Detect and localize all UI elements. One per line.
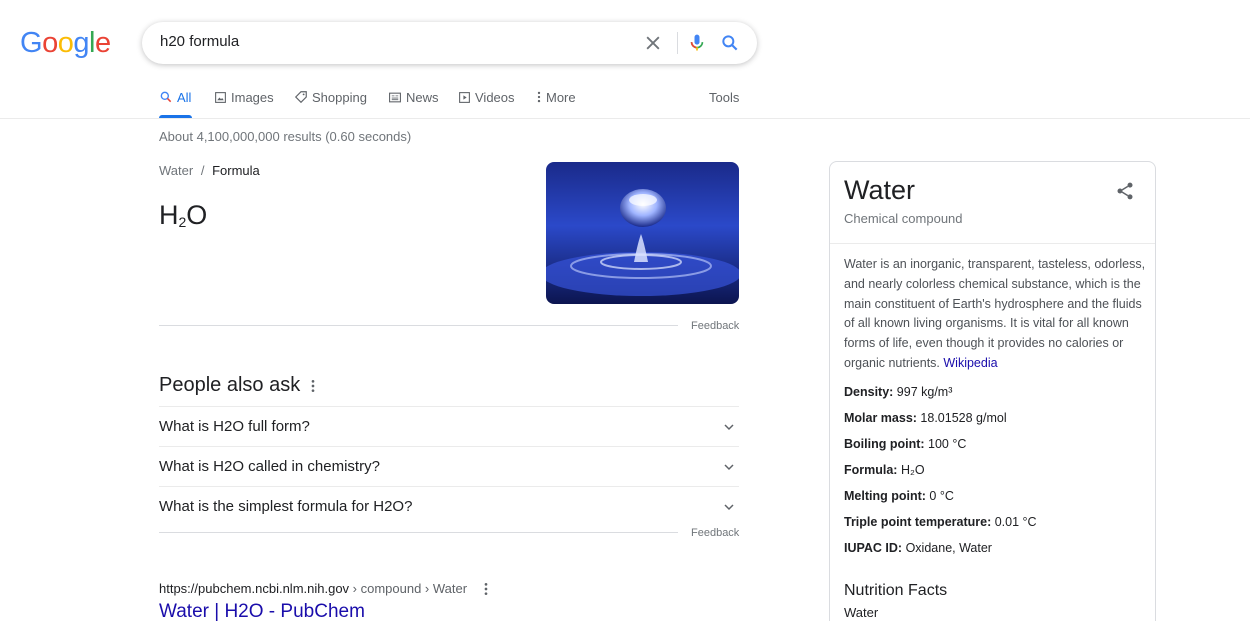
tab-label: Shopping <box>312 89 367 105</box>
tab-shopping[interactable]: Shopping <box>294 87 367 107</box>
kp-description-text: Water is an inorganic, transparent, tast… <box>844 257 1146 370</box>
kp-divider <box>830 243 1155 244</box>
fact-value: Oxidane, Water <box>902 541 992 555</box>
snippet-divider <box>159 325 678 326</box>
kp-fact-iupac-id: IUPAC ID: Oxidane, Water <box>844 541 1146 567</box>
feedback-link[interactable]: Feedback <box>691 527 739 539</box>
tab-label: More <box>546 89 576 105</box>
kp-title: Water <box>844 175 916 205</box>
search-icon[interactable] <box>720 33 740 53</box>
fact-value: 18.01528 g/mol <box>916 411 1007 425</box>
clear-icon[interactable] <box>643 33 663 53</box>
fact-label[interactable]: Boiling point: <box>844 437 925 451</box>
breadcrumb: Water / Formula <box>159 163 260 178</box>
breadcrumb-current: Formula <box>212 163 260 178</box>
google-logo[interactable]: Google <box>20 27 111 59</box>
nutrition-facts-title: Nutrition Facts <box>844 582 948 599</box>
tab-label: News <box>406 89 439 105</box>
water-droplet-picture <box>546 162 739 304</box>
chevron-down-icon <box>724 424 734 431</box>
fact-label[interactable]: Formula: <box>844 463 897 477</box>
breadcrumb-separator: / <box>200 163 205 178</box>
result-url[interactable]: https://pubchem.ncbi.nlm.nih.gov › compo… <box>159 581 467 596</box>
feedback-link[interactable]: Feedback <box>691 320 739 332</box>
play-icon <box>459 91 470 103</box>
kp-fact-boiling-point: Boiling point: 100 °C <box>844 437 1146 463</box>
result-url-host: https://pubchem.ncbi.nlm.nih.gov <box>159 581 350 596</box>
kp-fact-melting-point: Melting point: 0 °C <box>844 489 1146 515</box>
water-droplet-image[interactable] <box>546 162 739 304</box>
logo-letter: e <box>94 27 111 59</box>
paa-question-text: What is H2O called in chemistry? <box>159 458 380 475</box>
result-title-link[interactable]: Water | H2O - PubChem <box>159 601 365 621</box>
result-stats: About 4,100,000,000 results (0.60 second… <box>159 129 412 144</box>
fact-value: 100 °C <box>924 437 967 451</box>
fact-label[interactable]: Triple point temperature: <box>844 515 991 529</box>
answer-formula: H2O <box>159 200 207 231</box>
tab-videos[interactable]: Videos <box>458 87 515 107</box>
paa-question[interactable]: What is H2O called in chemistry? <box>159 446 739 486</box>
logo-letter: g <box>73 27 89 59</box>
logo-letter: o <box>42 27 58 59</box>
tab-news[interactable]: News <box>388 87 439 107</box>
fact-value: 997 kg/m³ <box>893 385 953 399</box>
search-icon <box>160 91 172 103</box>
tab-all[interactable]: All <box>159 87 191 107</box>
wikipedia-link[interactable]: Wikipedia <box>943 356 997 370</box>
tab-label: Images <box>231 89 274 105</box>
paa-question-text: What is H2O full form? <box>159 418 310 435</box>
paa-question[interactable]: What is the simplest formula for H2O? <box>159 486 739 526</box>
kp-fact-density: Density: 997 kg/m³ <box>844 385 1146 411</box>
search-divider <box>677 32 678 54</box>
logo-letter: o <box>57 27 74 59</box>
search-box <box>142 22 757 64</box>
kp-subtitle: Chemical compound <box>844 211 963 226</box>
more-options-icon[interactable] <box>308 378 318 394</box>
logo-letter: G <box>20 27 43 59</box>
fact-value: 0.01 °C <box>991 515 1037 529</box>
kp-fact-formula: Formula: H₂O <box>844 463 1146 489</box>
result-url-path: › compound › Water <box>349 581 468 596</box>
fact-label[interactable]: IUPAC ID: <box>844 541 902 555</box>
people-also-ask-title: People also ask <box>159 374 301 396</box>
paa-question-text: What is the simplest formula for H2O? <box>159 498 413 515</box>
kp-description: Water is an inorganic, transparent, tast… <box>844 255 1146 374</box>
search-input[interactable] <box>160 33 630 50</box>
answer-main: H <box>159 200 179 230</box>
fact-label[interactable]: Molar mass: <box>844 411 917 425</box>
tab-label: Videos <box>475 89 515 105</box>
more-options-icon[interactable] <box>481 581 491 597</box>
chevron-down-icon <box>724 504 734 511</box>
paa-question[interactable]: What is H2O full form? <box>159 406 739 446</box>
fact-label[interactable]: Density: <box>844 385 893 399</box>
tag-icon <box>294 91 307 104</box>
share-icon[interactable] <box>1115 181 1135 201</box>
answer-subscript: 2 <box>178 214 187 230</box>
fact-label[interactable]: Melting point: <box>844 489 926 503</box>
paa-divider <box>159 532 678 533</box>
tab-images[interactable]: Images <box>214 87 274 107</box>
header-divider <box>0 118 1250 119</box>
fact-value: H₂O <box>897 463 925 477</box>
newspaper-icon <box>389 92 401 102</box>
fact-value: 0 °C <box>925 489 954 503</box>
microphone-icon[interactable] <box>687 32 707 54</box>
tools-button[interactable]: Tools <box>709 87 739 107</box>
tab-label: All <box>177 89 192 105</box>
answer-tail: O <box>186 200 208 230</box>
kp-fact-molar-mass: Molar mass: 18.01528 g/mol <box>844 411 1146 437</box>
breadcrumb-parent[interactable]: Water <box>159 163 193 178</box>
chevron-down-icon <box>724 464 734 471</box>
vertical-dots-icon <box>537 91 541 103</box>
kp-fact-triple-point: Triple point temperature: 0.01 °C <box>844 515 1146 541</box>
search-tabs: All Images Shopping News Videos More <box>159 87 719 119</box>
image-icon <box>215 91 226 103</box>
tab-more[interactable]: More <box>536 87 576 107</box>
people-also-ask-list: What is H2O full form? What is H2O calle… <box>159 406 739 526</box>
kp-facts: Density: 997 kg/m³ Molar mass: 18.01528 … <box>844 385 1146 567</box>
knowledge-panel: Water Chemical compound Water is an inor… <box>829 161 1156 621</box>
nutrition-facts-subtitle: Water <box>844 605 879 620</box>
